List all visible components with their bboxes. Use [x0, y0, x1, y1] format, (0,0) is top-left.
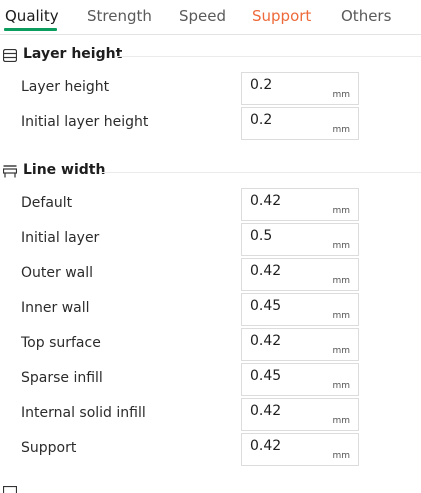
- outer-wall-line-width-input[interactable]: 0.42 mm: [241, 258, 359, 291]
- row-label: Sparse infill: [21, 370, 103, 386]
- unit-label: mm: [332, 276, 350, 286]
- row-label: Default: [21, 195, 73, 211]
- row-default: Default 0.42 mm: [0, 188, 421, 223]
- layer-height-input[interactable]: 0.2 mm: [241, 72, 359, 105]
- unit-label: mm: [332, 346, 350, 356]
- unit-label: mm: [332, 416, 350, 426]
- row-label: Inner wall: [21, 300, 90, 316]
- section-title: Line width: [23, 162, 106, 178]
- row-initial-layer: Initial layer 0.5 mm: [0, 223, 421, 258]
- row-label: Internal solid infill: [21, 405, 146, 421]
- sparse-infill-line-width-input[interactable]: 0.45 mm: [241, 363, 359, 396]
- initial-layer-height-input[interactable]: 0.2 mm: [241, 107, 359, 140]
- field-value: 0.42: [250, 403, 282, 419]
- default-line-width-input[interactable]: 0.42 mm: [241, 188, 359, 221]
- row-label: Support: [21, 440, 77, 456]
- field-value: 0.2: [250, 77, 273, 93]
- field-value: 0.2: [250, 112, 273, 128]
- support-line-width-input[interactable]: 0.42 mm: [241, 433, 359, 466]
- row-label: Initial layer: [21, 230, 100, 246]
- row-label: Top surface: [21, 335, 101, 351]
- unit-label: mm: [332, 241, 350, 251]
- section-layer-height: Layer height: [0, 44, 421, 68]
- field-value: 0.45: [250, 298, 282, 314]
- row-initial-layer-height: Initial layer height 0.2 mm: [0, 107, 421, 142]
- row-label: Outer wall: [21, 265, 94, 281]
- tab-others[interactable]: Others: [341, 7, 391, 25]
- tab-bar: Quality Strength Speed Support Others: [0, 0, 421, 35]
- row-inner-wall: Inner wall 0.45 mm: [0, 293, 421, 328]
- tab-speed[interactable]: Speed: [179, 7, 226, 25]
- field-value: 0.5: [250, 228, 273, 244]
- row-layer-height: Layer height 0.2 mm: [0, 72, 421, 107]
- tab-support[interactable]: Support: [252, 7, 311, 25]
- internal-solid-infill-line-width-input[interactable]: 0.42 mm: [241, 398, 359, 431]
- row-sparse-infill: Sparse infill 0.45 mm: [0, 363, 421, 398]
- initial-layer-line-width-input[interactable]: 0.5 mm: [241, 223, 359, 256]
- unit-label: mm: [332, 451, 350, 461]
- section-divider: [102, 172, 421, 173]
- row-label: Initial layer height: [21, 114, 149, 130]
- unit-label: mm: [332, 311, 350, 321]
- unit-label: mm: [332, 125, 350, 135]
- row-support: Support 0.42 mm: [0, 433, 421, 468]
- section-divider: [115, 56, 421, 57]
- unit-label: mm: [332, 206, 350, 216]
- field-value: 0.42: [250, 193, 282, 209]
- section-title: Layer height: [23, 46, 123, 62]
- next-section-icon: [3, 486, 17, 493]
- field-value: 0.42: [250, 263, 282, 279]
- unit-label: mm: [332, 381, 350, 391]
- layer-height-icon: [3, 49, 17, 62]
- row-internal-solid-infill: Internal solid infill 0.42 mm: [0, 398, 421, 433]
- section-line-width: Line width: [0, 160, 421, 184]
- active-tab-indicator: [4, 28, 57, 31]
- top-surface-line-width-input[interactable]: 0.42 mm: [241, 328, 359, 361]
- tab-quality[interactable]: Quality: [5, 7, 59, 25]
- field-value: 0.42: [250, 438, 282, 454]
- tab-strength[interactable]: Strength: [87, 7, 152, 25]
- unit-label: mm: [332, 90, 350, 100]
- row-outer-wall: Outer wall 0.42 mm: [0, 258, 421, 293]
- row-top-surface: Top surface 0.42 mm: [0, 328, 421, 363]
- line-width-icon: [3, 165, 17, 178]
- row-label: Layer height: [21, 79, 110, 95]
- inner-wall-line-width-input[interactable]: 0.45 mm: [241, 293, 359, 326]
- field-value: 0.45: [250, 368, 282, 384]
- field-value: 0.42: [250, 333, 282, 349]
